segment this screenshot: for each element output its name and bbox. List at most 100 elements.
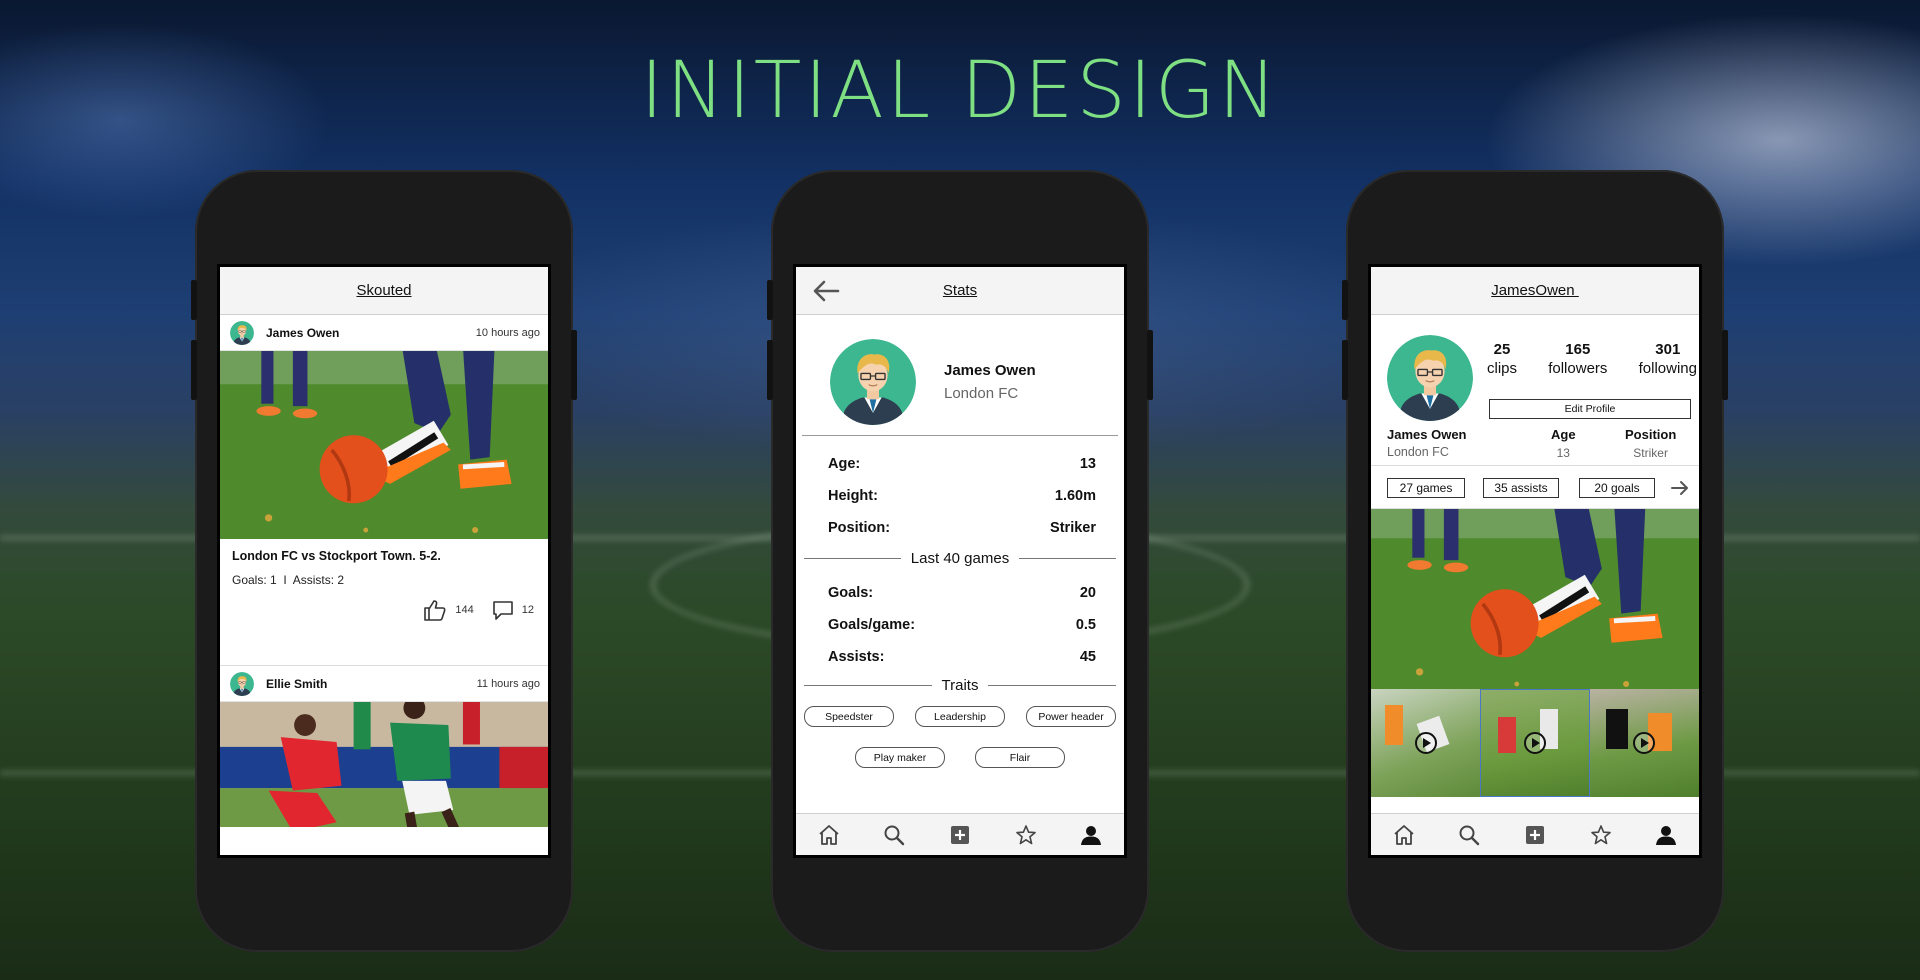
- post-author[interactable]: Ellie Smith: [266, 677, 477, 691]
- post-photo[interactable]: [220, 351, 548, 539]
- clip-thumbnails: [1371, 689, 1699, 797]
- clips-count[interactable]: 25 clips: [1487, 341, 1517, 377]
- followers-count[interactable]: 165 followers: [1548, 341, 1607, 377]
- play-icon[interactable]: [1523, 732, 1546, 754]
- traits-row: Play maker Flair: [796, 747, 1124, 768]
- bottom-nav: [1371, 813, 1699, 855]
- stat-label: Age:: [828, 456, 861, 472]
- stat-value: 0.5: [1075, 617, 1096, 633]
- traits-header: Traits: [941, 677, 979, 694]
- home-icon[interactable]: [1389, 820, 1419, 850]
- comment-count: 12: [521, 604, 534, 616]
- stat-value: Striker: [1050, 520, 1096, 536]
- stat-row-goals-per-game: Goals/game: 0.5: [796, 617, 1124, 633]
- profile-avatar[interactable]: [1387, 335, 1473, 421]
- stat-value: 13: [1079, 456, 1096, 472]
- author-avatar[interactable]: [230, 672, 254, 696]
- trait-chip[interactable]: Play maker: [855, 747, 945, 768]
- arrow-right-icon[interactable]: [1671, 480, 1689, 496]
- edit-profile-button[interactable]: Edit Profile: [1489, 399, 1691, 419]
- stat-label: Goals:: [828, 585, 874, 601]
- trait-chip[interactable]: Flair: [975, 747, 1065, 768]
- profile-username: JamesOwen: [1491, 282, 1579, 299]
- search-icon[interactable]: [879, 820, 909, 850]
- post-header: James Owen 10 hours ago: [220, 315, 548, 351]
- following-count[interactable]: 301 following: [1639, 341, 1697, 377]
- phone-profile: JamesOwen 25 clips 165 followers 301 follow…: [1342, 170, 1728, 952]
- phone-feed: Skouted James Owen 10 hours ago London F…: [191, 170, 577, 952]
- profile-age: Age 13: [1551, 427, 1576, 460]
- feed-screen: Skouted James Owen 10 hours ago London F…: [217, 264, 551, 858]
- assists-pill[interactable]: 35 assists: [1483, 478, 1559, 498]
- star-icon[interactable]: [1586, 820, 1616, 850]
- profile-stat-pills: 27 games 35 assists 20 goals: [1371, 465, 1699, 509]
- traits-row: Speedster Leadership Power header: [796, 706, 1124, 727]
- post-actions: 144 12: [423, 599, 534, 621]
- player-avatar: [830, 339, 916, 425]
- trait-chip[interactable]: Power header: [1026, 706, 1116, 727]
- stats-screen: Stats James Owen London FC Age: 13 Height…: [793, 264, 1127, 858]
- stat-label: Assists:: [828, 649, 885, 665]
- traits-divider: Traits: [804, 677, 1117, 694]
- stat-row-position: Position: Striker: [796, 520, 1124, 536]
- player-club: London FC: [944, 385, 1019, 402]
- trait-chip[interactable]: Speedster: [804, 706, 894, 727]
- stat-row-height: Height: 1.60m: [796, 488, 1124, 504]
- stat-value: 1.60m: [1054, 488, 1096, 504]
- add-icon[interactable]: [945, 820, 975, 850]
- post-caption: London FC vs Stockport Town. 5-2.: [232, 549, 441, 563]
- app-title[interactable]: Skouted: [356, 282, 411, 299]
- profile-header: JamesOwen: [1371, 267, 1699, 315]
- stat-row-age: Age: 13: [796, 456, 1124, 472]
- player-name: James Owen: [944, 362, 1036, 379]
- stat-label: Position:: [828, 520, 891, 536]
- clip-thumbnail[interactable]: [1480, 689, 1590, 797]
- profile-position: Position Striker: [1625, 427, 1677, 460]
- profile-summary: 25 clips 165 followers 301 following Edit P…: [1371, 315, 1699, 460]
- home-icon[interactable]: [814, 820, 844, 850]
- post-stats: Goals: 1 I Assists: 2: [232, 573, 345, 587]
- games-divider: Last 40 games: [804, 550, 1116, 567]
- stat-label: Height:: [828, 488, 878, 504]
- stat-label: Goals/game:: [828, 617, 916, 633]
- post-author[interactable]: James Owen: [266, 326, 476, 340]
- play-icon[interactable]: [1414, 732, 1437, 754]
- stat-row-assists: Assists: 45: [796, 649, 1124, 665]
- author-avatar[interactable]: [230, 321, 254, 345]
- trait-chip[interactable]: Leadership: [915, 706, 1005, 727]
- star-icon[interactable]: [1011, 820, 1041, 850]
- feed-post: Ellie Smith 11 hours ago: [220, 665, 548, 827]
- phone-stats: Stats James Owen London FC Age: 13 Height…: [767, 170, 1153, 952]
- profile-counts: 25 clips 165 followers 301 following: [1487, 341, 1697, 377]
- stat-value: 20: [1079, 585, 1096, 601]
- thumbs-up-icon[interactable]: [423, 599, 447, 621]
- bottom-nav: [796, 813, 1124, 855]
- featured-clip[interactable]: [1371, 509, 1699, 689]
- player-header: James Owen London FC: [796, 315, 1124, 435]
- clip-thumbnail[interactable]: [1589, 689, 1699, 797]
- goals-pill[interactable]: 20 goals: [1579, 478, 1655, 498]
- profile-icon[interactable]: [1076, 820, 1106, 850]
- page-headline: INITIAL DESIGN: [640, 46, 1280, 136]
- feed-header: Skouted: [220, 267, 548, 315]
- post-header: Ellie Smith 11 hours ago: [220, 666, 548, 702]
- profile-screen: JamesOwen 25 clips 165 followers 301 follow…: [1368, 264, 1702, 858]
- like-count: 144: [455, 604, 474, 616]
- clip-thumbnail[interactable]: [1371, 689, 1481, 797]
- post-time: 10 hours ago: [475, 326, 540, 339]
- search-icon[interactable]: [1454, 820, 1484, 850]
- feed-post: James Owen 10 hours ago London FC vs Sto…: [220, 315, 548, 665]
- stat-value: 45: [1079, 649, 1096, 665]
- add-icon[interactable]: [1520, 820, 1550, 850]
- back-arrow-icon[interactable]: [812, 279, 840, 303]
- games-header: Last 40 games: [910, 550, 1010, 567]
- player-info: Age: 13 Height: 1.60m Position: Striker: [796, 436, 1124, 536]
- post-photo[interactable]: [220, 702, 548, 827]
- games-pill[interactable]: 27 games: [1387, 478, 1465, 498]
- stats-header: Stats: [796, 267, 1124, 315]
- profile-icon[interactable]: [1651, 820, 1681, 850]
- stats-title: Stats: [942, 282, 978, 299]
- profile-name: James Owen: [1387, 427, 1467, 442]
- game-stats: Goals: 20 Goals/game: 0.5 Assists: 45: [796, 567, 1124, 665]
- comment-icon[interactable]: [492, 600, 514, 620]
